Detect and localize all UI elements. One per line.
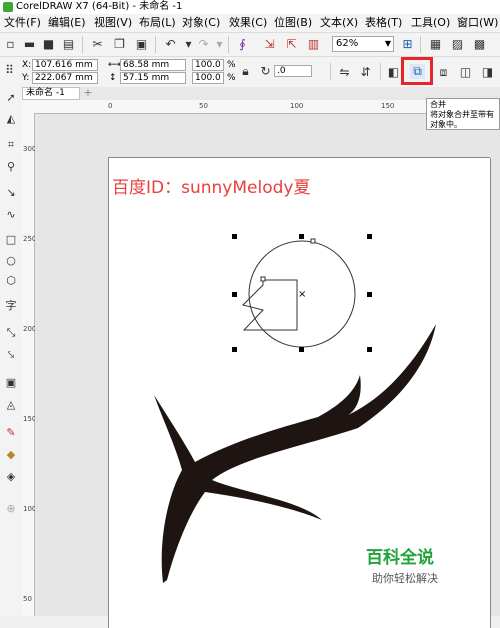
drawing-layer: × <box>154 234 436 583</box>
combine-tooltip: 合并 将对象合并至带有 对象中。 <box>426 98 500 130</box>
polygon-shape[interactable] <box>242 279 298 331</box>
brand-name: 百科全说 <box>366 548 434 568</box>
node-handle[interactable] <box>260 276 266 282</box>
center-marker-icon: × <box>298 289 306 300</box>
node-handle[interactable] <box>310 238 316 244</box>
tooltip-title: 合并 <box>430 100 446 109</box>
tooltip-line: 对象中。 <box>430 120 462 129</box>
brand-tagline: 助你轻松解决 <box>372 572 438 585</box>
tooltip-line: 将对象合并至带有 <box>430 110 494 119</box>
